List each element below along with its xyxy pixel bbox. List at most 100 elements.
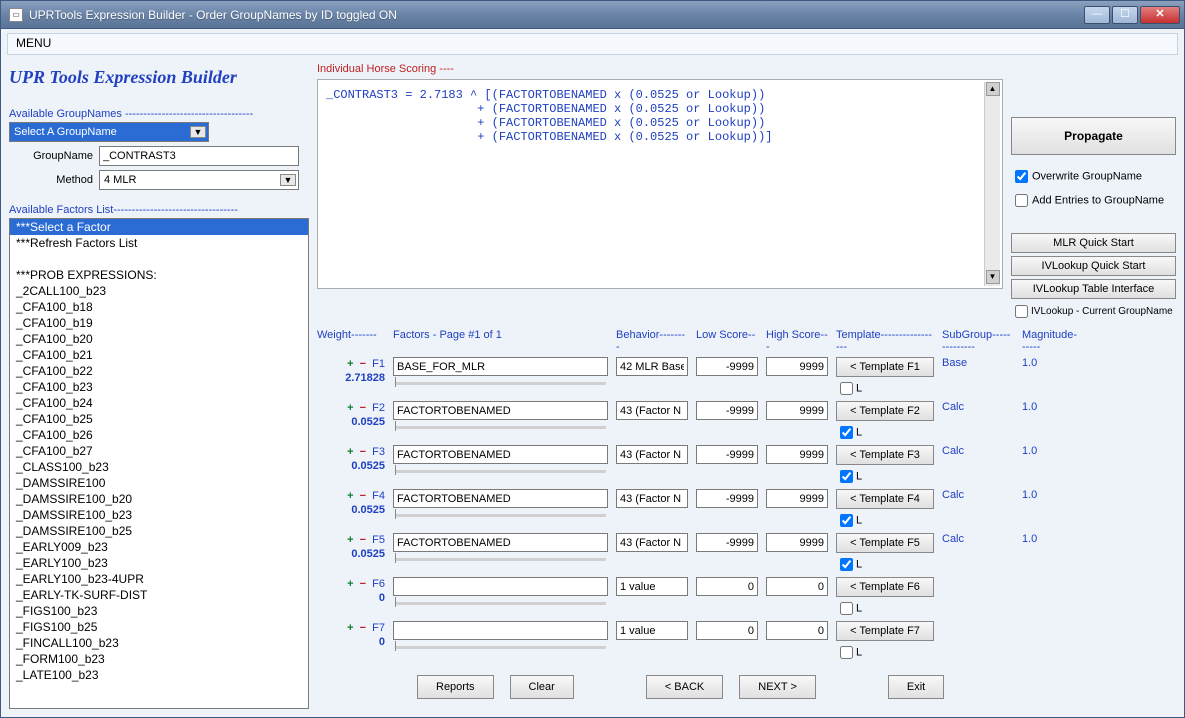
weight-slider[interactable] [395,558,606,561]
template-button[interactable]: < Template F7 [836,621,934,641]
list-item[interactable]: _DAMSSIRE100_b20 [10,491,308,507]
scroll-up-icon[interactable]: ▲ [986,82,1000,96]
low-score-input[interactable] [696,489,758,508]
list-item[interactable]: _EARLY100_b23 [10,555,308,571]
list-item[interactable]: _CFA100_b25 [10,411,308,427]
plus-button[interactable]: + [347,578,353,590]
method-select[interactable]: 4 MLR ▼ [99,170,299,190]
high-score-input[interactable] [766,621,828,640]
behavior-input[interactable] [616,401,688,420]
template-button[interactable]: < Template F3 [836,445,934,465]
behavior-input[interactable] [616,445,688,464]
template-button[interactable]: < Template F5 [836,533,934,553]
mlr-quick-start-button[interactable]: MLR Quick Start [1011,233,1176,253]
minus-button[interactable]: − [360,578,366,590]
ivlookup-current-groupname-checkbox[interactable]: IVLookup - Current GroupName [1011,302,1176,321]
behavior-input[interactable] [616,357,688,376]
add-entries-checkbox[interactable]: Add Entries to GroupName [1011,191,1176,210]
l-checkbox[interactable] [840,602,853,615]
list-item[interactable]: _FINCALL100_b23 [10,635,308,651]
low-score-input[interactable] [696,577,758,596]
minus-button[interactable]: − [360,534,366,546]
ivlookup-quick-start-button[interactable]: IVLookup Quick Start [1011,256,1176,276]
behavior-input[interactable] [616,577,688,596]
list-item[interactable]: ***Refresh Factors List [10,235,308,251]
template-button[interactable]: < Template F6 [836,577,934,597]
list-item[interactable] [10,251,308,267]
weight-slider[interactable] [395,602,606,605]
l-checkbox[interactable] [840,426,853,439]
weight-slider[interactable] [395,514,606,517]
list-item[interactable]: _DAMSSIRE100 [10,475,308,491]
list-item[interactable]: _FORM100_b23 [10,651,308,667]
low-score-input[interactable] [696,357,758,376]
close-button[interactable]: ✕ [1140,6,1180,24]
minus-button[interactable]: − [360,622,366,634]
plus-button[interactable]: + [347,402,353,414]
propagate-button[interactable]: Propagate [1011,117,1176,155]
template-button[interactable]: < Template F1 [836,357,934,377]
high-score-input[interactable] [766,357,828,376]
weight-slider[interactable] [395,646,606,649]
next-button[interactable]: NEXT > [739,675,816,699]
reports-button[interactable]: Reports [417,675,494,699]
weight-slider[interactable] [395,470,606,473]
weight-slider[interactable] [395,426,606,429]
list-item[interactable]: _LATE100_b23 [10,667,308,683]
list-item[interactable]: _CFA100_b27 [10,443,308,459]
list-item[interactable]: _CFA100_b19 [10,315,308,331]
list-item[interactable]: _EARLY009_b23 [10,539,308,555]
behavior-input[interactable] [616,533,688,552]
factor-input[interactable] [393,621,608,640]
plus-button[interactable]: + [347,490,353,502]
high-score-input[interactable] [766,577,828,596]
maximize-button[interactable]: ☐ [1112,6,1138,24]
factor-input[interactable] [393,445,608,464]
list-item[interactable]: _CLASS100_b23 [10,459,308,475]
list-item[interactable]: ***Select a Factor [10,219,308,235]
weight-slider[interactable] [395,382,606,385]
l-checkbox[interactable] [840,514,853,527]
menu-bar[interactable]: MENU [7,33,1178,55]
back-button[interactable]: < BACK [646,675,723,699]
groupname-input[interactable] [99,146,299,166]
template-button[interactable]: < Template F2 [836,401,934,421]
groupname-select[interactable]: Select A GroupName ▼ [9,122,209,142]
list-item[interactable]: _CFA100_b21 [10,347,308,363]
list-item[interactable]: _CFA100_b23 [10,379,308,395]
list-item[interactable]: _DAMSSIRE100_b25 [10,523,308,539]
low-score-input[interactable] [696,445,758,464]
factor-input[interactable] [393,489,608,508]
overwrite-groupname-checkbox[interactable]: Overwrite GroupName [1011,167,1176,186]
factor-input[interactable] [393,401,608,420]
high-score-input[interactable] [766,445,828,464]
minus-button[interactable]: − [360,490,366,502]
low-score-input[interactable] [696,621,758,640]
exit-button[interactable]: Exit [888,675,944,699]
low-score-input[interactable] [696,401,758,420]
l-checkbox[interactable] [840,470,853,483]
minimize-button[interactable]: — [1084,6,1110,24]
plus-button[interactable]: + [347,358,353,370]
high-score-input[interactable] [766,533,828,552]
plus-button[interactable]: + [347,534,353,546]
factor-input[interactable] [393,577,608,596]
l-checkbox[interactable] [840,382,853,395]
plus-button[interactable]: + [347,446,353,458]
scroll-down-icon[interactable]: ▼ [986,270,1000,284]
plus-button[interactable]: + [347,622,353,634]
l-checkbox[interactable] [840,646,853,659]
clear-button[interactable]: Clear [510,675,574,699]
high-score-input[interactable] [766,489,828,508]
list-item[interactable]: _FIGS100_b25 [10,619,308,635]
expr-scrollbar[interactable]: ▲ ▼ [984,82,1000,286]
list-item[interactable]: ***PROB EXPRESSIONS: [10,267,308,283]
minus-button[interactable]: − [360,402,366,414]
low-score-input[interactable] [696,533,758,552]
minus-button[interactable]: − [360,446,366,458]
list-item[interactable]: _DAMSSIRE100_b23 [10,507,308,523]
factor-input[interactable] [393,533,608,552]
factor-input[interactable] [393,357,608,376]
list-item[interactable]: _CFA100_b24 [10,395,308,411]
ivlookup-table-interface-button[interactable]: IVLookup Table Interface [1011,279,1176,299]
